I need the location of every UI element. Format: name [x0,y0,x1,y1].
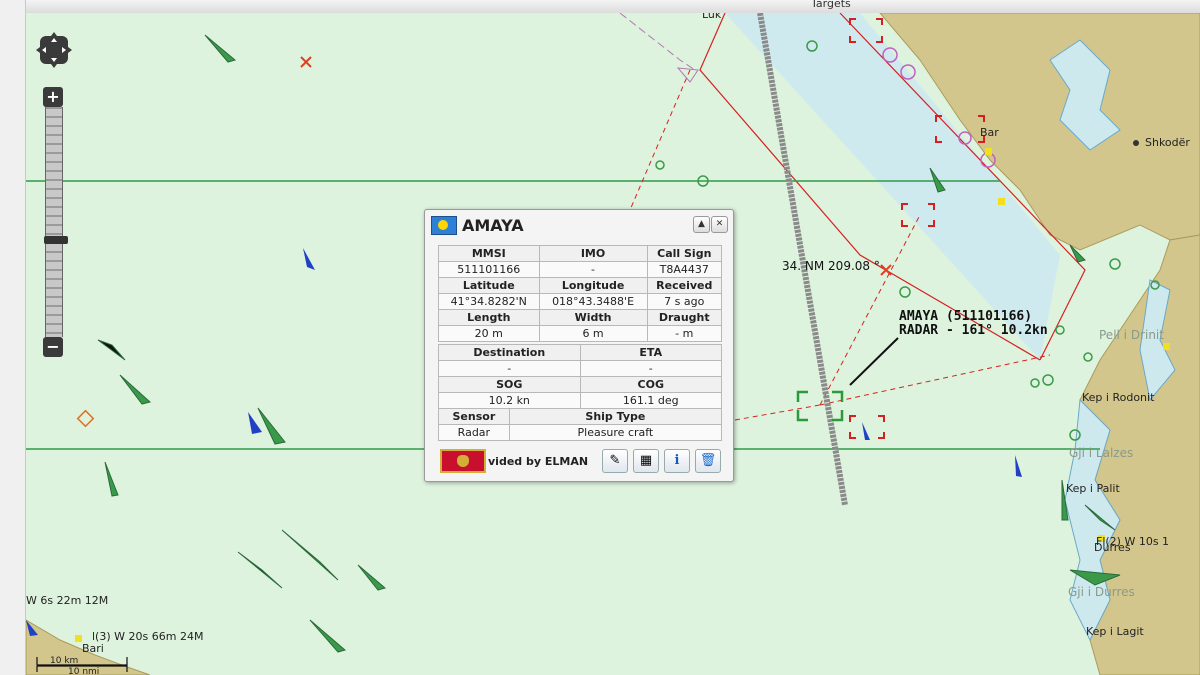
yellow-light-marker-5 [75,635,82,642]
place-label-kep-i-palit: Kep i Palit [1066,482,1120,495]
yellow-light-marker-1 [985,148,992,155]
value-draught: - m [646,325,723,342]
table-row: 511101166 - T8A4437 [438,261,723,278]
yellow-light-marker-3 [1163,343,1170,350]
place-label-kep-i-rodonit: Kep i Rodonit [1082,391,1155,404]
place-label-gji-i-lalzes: Gji i Lalzes [1069,446,1134,460]
value-call-sign: T8A4437 [646,261,723,278]
window-title: Targets [811,0,851,10]
table-row: SOG COG [438,376,722,393]
header-sog: SOG [438,376,581,393]
palau-flag-icon [431,216,457,235]
vessel-sensor-table: Sensor Ship Type Radar Pleasure craft [438,408,723,441]
value-sensor: Radar [438,424,510,441]
value-latitude: 41°34.8282'N [438,293,540,310]
header-mmsi: MMSI [438,245,540,262]
place-label-bar: Bar [980,126,999,139]
window-titlebar: Targets [26,0,1200,14]
value-received: 7 s ago [646,293,723,310]
header-longitude: Longitude [538,277,648,294]
value-longitude: 018°43.3488'E [538,293,648,310]
place-label-luk: Luk [702,13,722,21]
header-ship-type: Ship Type [508,408,723,425]
value-length: 20 m [438,325,540,342]
value-width: 6 m [538,325,648,342]
ship-label-identity: AMAYA (511101166) [899,309,1033,324]
place-label-shkoder: Shkodër [1145,136,1190,149]
header-call-sign: Call Sign [646,245,723,262]
light-label-left: W 6s 22m 12M [26,594,109,607]
value-eta: - [579,360,722,377]
scale-label-nmi: 10 nmi [68,667,100,675]
header-eta: ETA [579,344,722,361]
value-destination: - [438,360,581,377]
zoom-out-button[interactable]: − [43,337,63,357]
zoom-in-button[interactable]: + [43,87,63,107]
header-received: Received [646,277,723,294]
target-bracket-amaya [796,390,844,422]
header-cog: COG [579,376,722,393]
dashed-boundary-line [619,13,696,71]
ship-label-amaya[interactable]: AMAYA (511101166) RADAR - 161° 10.2kn [899,310,1048,338]
orange-diamond-marker [76,409,95,428]
header-imo: IMO [538,245,648,262]
table-row: Sensor Ship Type [438,408,723,425]
zoom-control[interactable]: + − [43,87,68,357]
table-row: Destination ETA [438,344,722,361]
header-sensor: Sensor [438,408,510,425]
header-width: Width [538,309,648,326]
table-row: Length Width Draught [438,309,723,326]
route-dashed-1 [629,69,691,211]
left-panel-strip [0,0,26,675]
ship-label-leader [849,337,899,386]
route-dashed-4 [734,404,821,421]
table-row: 41°34.8282'N 018°43.3488'E 7 s ago [438,293,723,310]
map-icon[interactable]: ▦ [633,449,659,473]
place-label-kep-i-lagit: Kep i Lagit [1086,625,1144,638]
scale-label-km: 10 km [50,656,79,666]
vessel-name: AMAYA [462,216,524,235]
close-icon[interactable]: ✕ [711,216,728,233]
value-cog: 161.1 deg [579,392,722,409]
value-imo: - [538,261,648,278]
place-label-pell-i-drinit: Pell i Drinit [1099,328,1164,342]
range-bearing-readout: 34. NM 209.08 ° [782,259,880,273]
header-destination: Destination [438,344,581,361]
triangle-marker [676,67,699,83]
ship-label-radar-info: RADAR - 161° 10.2kn [899,323,1048,338]
value-sog: 10.2 kn [438,392,581,409]
table-row: MMSI IMO Call Sign [438,245,723,262]
light-label-durres: Fl(2) W 10s 1 [1096,535,1170,548]
header-length: Length [438,309,540,326]
delete-icon[interactable]: 🗑 [695,449,721,473]
info-icon[interactable]: i [664,449,690,473]
montenegro-flag-icon [440,449,486,473]
collapse-button[interactable]: ▲ [693,216,710,233]
place-label-gji-i-durres: Gji i Durres [1068,585,1135,599]
table-row: 20 m 6 m - m [438,325,723,342]
value-mmsi: 511101166 [438,261,540,278]
table-row: Radar Pleasure craft [438,424,723,441]
vessel-details-table: MMSI IMO Call Sign 511101166 - T8A4437 L… [438,245,723,342]
shkoder-town-marker [1133,140,1139,146]
table-row: 10.2 kn 161.1 deg [438,392,722,409]
edit-icon[interactable]: ✎ [602,449,628,473]
popup-footer: vided by ELMAN ✎ ▦ i 🗑 [438,447,724,473]
value-ship-type: Pleasure craft [508,424,723,441]
vessel-voyage-table: Destination ETA - - SOG COG 10.2 kn 161.… [438,344,722,409]
pan-arrows-icon[interactable] [34,30,74,70]
zoom-slider-track[interactable] [44,107,68,337]
yellow-light-marker-2 [998,198,1005,205]
provider-text: vided by ELMAN [488,455,589,468]
zoom-slider-thumb[interactable] [44,236,68,244]
header-latitude: Latitude [438,277,540,294]
vessel-info-popup[interactable]: AMAYA ▲ ✕ MMSI IMO Call Sign 511101166 -… [424,209,734,482]
header-draught: Draught [646,309,723,326]
pan-control[interactable] [34,30,74,70]
table-row: Latitude Longitude Received [438,277,723,294]
popup-header: AMAYA ▲ ✕ [431,214,728,238]
light-label-bari: l(3) W 20s 66m 24M [92,630,204,643]
place-label-bari: Bari [82,642,104,655]
table-row: - - [438,360,722,377]
